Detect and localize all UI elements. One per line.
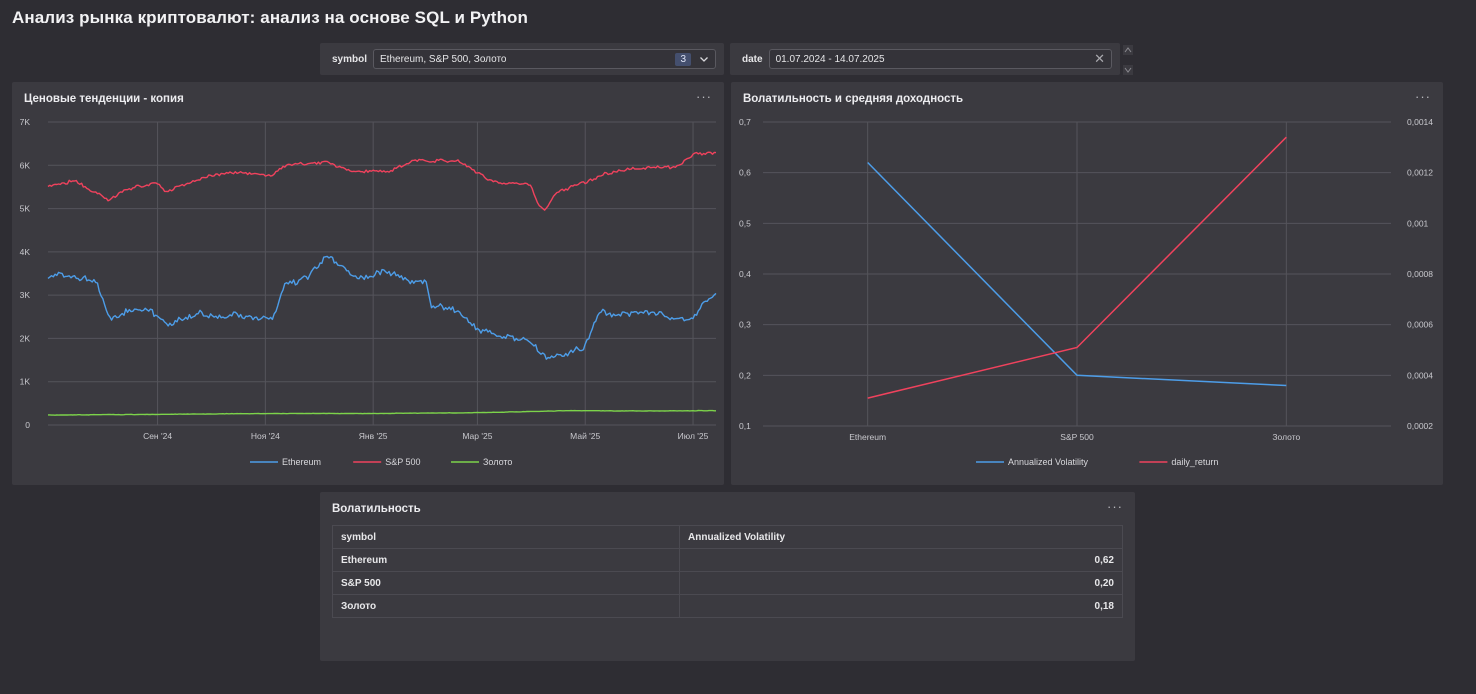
- table-cell: 0,18: [679, 594, 1123, 618]
- legend-label: Золото: [483, 457, 512, 467]
- table-row: Ethereum 0,62: [332, 548, 1123, 572]
- x-tick-label: Золото: [1272, 432, 1300, 442]
- widget-title: Волатильность: [332, 503, 421, 515]
- x-tick-label: Янв '25: [359, 431, 388, 441]
- symbol-select-value: Ethereum, S&P 500, Золото: [380, 53, 507, 65]
- y-right-tick-label: 0,0002: [1407, 421, 1433, 431]
- x-tick-label: Мар '25: [462, 431, 492, 441]
- selected-count-badge: 3: [675, 52, 691, 66]
- y-tick-label: 1K: [20, 377, 31, 387]
- chevron-down-icon[interactable]: [699, 54, 709, 64]
- x-tick-label: Ethereum: [849, 432, 886, 442]
- y-tick-label: 0: [25, 420, 30, 430]
- more-menu-icon[interactable]: ···: [1107, 499, 1123, 514]
- clear-icon[interactable]: ✕: [1094, 51, 1105, 67]
- y-right-tick-label: 0,0008: [1407, 269, 1433, 279]
- y-right-tick-label: 0,0004: [1407, 370, 1433, 380]
- y-left-tick-label: 0,6: [739, 168, 751, 178]
- price-chart: 0 1K 2K 3K 4K 5K 6K 7K Сен '24 Ноя '24 Янв '25 Мар …: [20, 117, 717, 467]
- y-left-tick-label: 0,4: [739, 269, 751, 279]
- y-left-tick-label: 0,7: [739, 117, 751, 127]
- y-right-tick-label: 0,0012: [1407, 168, 1433, 178]
- legend-label: daily_return: [1171, 457, 1218, 467]
- y-left-tick-label: 0,5: [739, 218, 751, 228]
- date-range-value: 01.07.2024 - 14.07.2025: [775, 53, 885, 65]
- table-cell: 0,20: [679, 571, 1123, 595]
- date-filter: date 01.07.2024 - 14.07.2025 ✕: [730, 43, 1120, 75]
- table-cell: Золото: [332, 594, 680, 618]
- volatility-table: symbol Annualized Volatility Ethereum 0,…: [332, 525, 1123, 618]
- series-line-1: [47, 151, 717, 211]
- x-tick-label: Июл '25: [678, 431, 709, 441]
- y-tick-label: 4K: [20, 247, 31, 257]
- date-range-input[interactable]: 01.07.2024 - 14.07.2025 ✕: [768, 49, 1112, 69]
- volatility-return-widget: Волатильность и средняя доходность ··· 0…: [731, 82, 1443, 485]
- column-header[interactable]: Annualized Volatility: [679, 525, 1123, 549]
- y-tick-label: 7K: [20, 117, 31, 127]
- x-tick-label: S&P 500: [1060, 432, 1094, 442]
- legend-label: S&P 500: [385, 457, 420, 467]
- x-tick-label: Май '25: [570, 431, 600, 441]
- y-right-tick-label: 0,0014: [1407, 117, 1433, 127]
- date-filter-label: date: [742, 53, 763, 65]
- y-left-tick-label: 0,3: [739, 320, 751, 330]
- y-left-tick-label: 0,1: [739, 421, 751, 431]
- y-tick-label: 2K: [20, 333, 31, 343]
- series-line-2: [48, 409, 716, 416]
- page-title: Анализ рынка криптовалют: анализ на осно…: [12, 8, 529, 27]
- series-line-0: [47, 255, 717, 360]
- table-cell: S&P 500: [332, 571, 680, 595]
- price-trends-widget: Ценовые тенденции - копия ··· 0 1K 2K 3K 4K 5…: [12, 82, 724, 485]
- volatility-chart: 0,1 0,2 0,3 0,4 0,5 0,6 0,7 0,0002 0,0004 0,0006 0…: [739, 117, 1433, 467]
- symbol-filter: symbol Ethereum, S&P 500, Золото 3: [320, 43, 724, 75]
- y-left-tick-label: 0,2: [739, 370, 751, 380]
- legend-label: Ethereum: [282, 457, 321, 467]
- y-right-tick-label: 0,001: [1407, 218, 1429, 228]
- y-tick-label: 5K: [20, 204, 31, 214]
- legend-label: Annualized Volatility: [1008, 457, 1089, 467]
- y-right-tick-label: 0,0006: [1407, 320, 1433, 330]
- x-tick-label: Ноя '24: [251, 431, 280, 441]
- volatility-table-widget: Волатильность ··· symbol Annualized Vola…: [320, 492, 1135, 661]
- arrow-down-icon[interactable]: [1123, 65, 1133, 75]
- symbol-filter-label: symbol: [332, 53, 368, 65]
- x-tick-label: Сен '24: [143, 431, 172, 441]
- table-cell: 0,62: [679, 548, 1123, 572]
- table-cell: Ethereum: [332, 548, 680, 572]
- column-header[interactable]: symbol: [332, 525, 680, 549]
- table-row: Золото 0,18: [332, 594, 1123, 618]
- filter-scroll[interactable]: [1121, 45, 1135, 75]
- symbol-select[interactable]: Ethereum, S&P 500, Золото 3: [373, 49, 716, 69]
- y-tick-label: 6K: [20, 160, 31, 170]
- y-tick-label: 3K: [20, 290, 31, 300]
- table-header-row: symbol Annualized Volatility: [332, 525, 1123, 549]
- table-row: S&P 500 0,20: [332, 571, 1123, 595]
- arrow-up-icon[interactable]: [1123, 45, 1133, 55]
